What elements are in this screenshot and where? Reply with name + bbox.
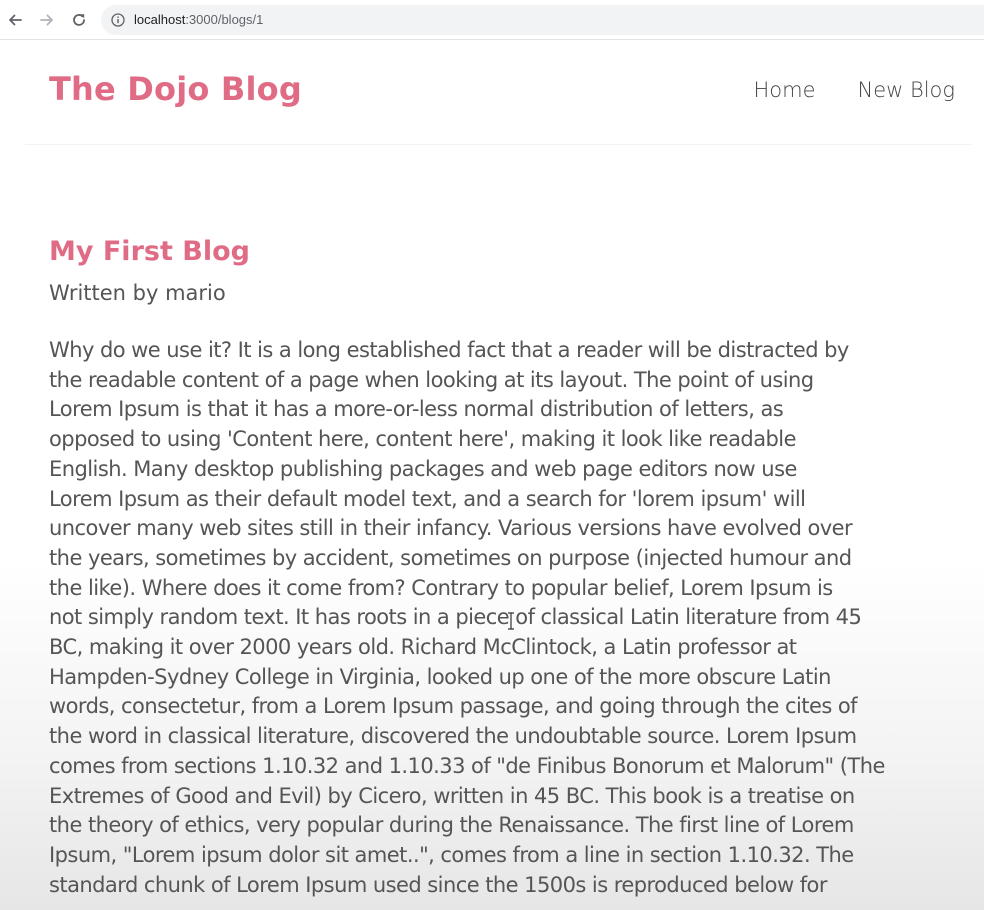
- forward-arrow-icon[interactable]: [37, 10, 57, 30]
- browser-toolbar: localhost:3000/blogs/1: [0, 0, 984, 40]
- site-logo[interactable]: The Dojo Blog: [49, 70, 302, 108]
- blog-author: Written by mario: [49, 281, 226, 305]
- body-line: the like). Where does it come from? Cont…: [49, 575, 833, 600]
- url-host: localhost: [134, 12, 186, 27]
- body-line: the years, sometimes by accident, someti…: [49, 545, 852, 570]
- body-line: the word in classical literature, discov…: [49, 724, 857, 749]
- body-line: English. Many desktop publishing package…: [49, 456, 797, 481]
- body-line: uncover many web sites still in their in…: [49, 516, 853, 541]
- site-navbar: The Dojo Blog Home New Blog: [25, 40, 971, 145]
- body-line: the readable content of a page when look…: [49, 367, 814, 392]
- nav-links: Home New Blog: [753, 78, 955, 102]
- body-line: Lorem Ipsum is that it has a more-or-les…: [49, 397, 784, 422]
- page: localhost:3000/blogs/1 The Dojo Blog Hom…: [0, 0, 984, 910]
- body-line: not simply random text. It has roots in …: [49, 605, 862, 630]
- body-line: BC, making it over 2000 years old. Richa…: [49, 635, 797, 660]
- body-line: Hampden-Sydney College in Virginia, look…: [49, 664, 831, 689]
- blog-title: My First Blog: [49, 236, 250, 267]
- blog-details: My First Blog Written by mario Why do we…: [49, 236, 944, 900]
- nav-link-new-blog[interactable]: New Blog: [857, 78, 955, 102]
- body-line: Extremes of Good and Evil) by Cicero, wr…: [49, 783, 855, 808]
- address-bar[interactable]: localhost:3000/blogs/1: [101, 5, 984, 35]
- text-cursor-icon: [508, 612, 514, 630]
- body-line: Why do we use it? It is a long establish…: [49, 338, 849, 362]
- body-line: comes from sections 1.10.32 and 1.10.33 …: [49, 753, 885, 778]
- nav-link-home[interactable]: Home: [753, 78, 815, 102]
- url-text[interactable]: localhost:3000/blogs/1: [134, 12, 263, 27]
- body-line: Lorem Ipsum as their default model text,…: [49, 486, 806, 511]
- info-icon[interactable]: [111, 13, 125, 27]
- body-line: Ipsum, "Lorem ipsum dolor sit amet..", c…: [49, 842, 854, 867]
- url-path: :3000/blogs/1: [185, 12, 264, 27]
- reload-icon[interactable]: [69, 10, 89, 30]
- body-line: the theory of ethics, very popular durin…: [49, 813, 854, 838]
- body-line: opposed to using 'Content here, content …: [49, 427, 797, 452]
- body-line: standard chunk of Lorem Ipsum used since…: [49, 872, 827, 897]
- back-arrow-icon[interactable]: [5, 10, 25, 30]
- blog-body: Why do we use it? It is a long establish…: [49, 336, 944, 900]
- body-line: words, consectetur, from a Lorem Ipsum p…: [49, 694, 858, 719]
